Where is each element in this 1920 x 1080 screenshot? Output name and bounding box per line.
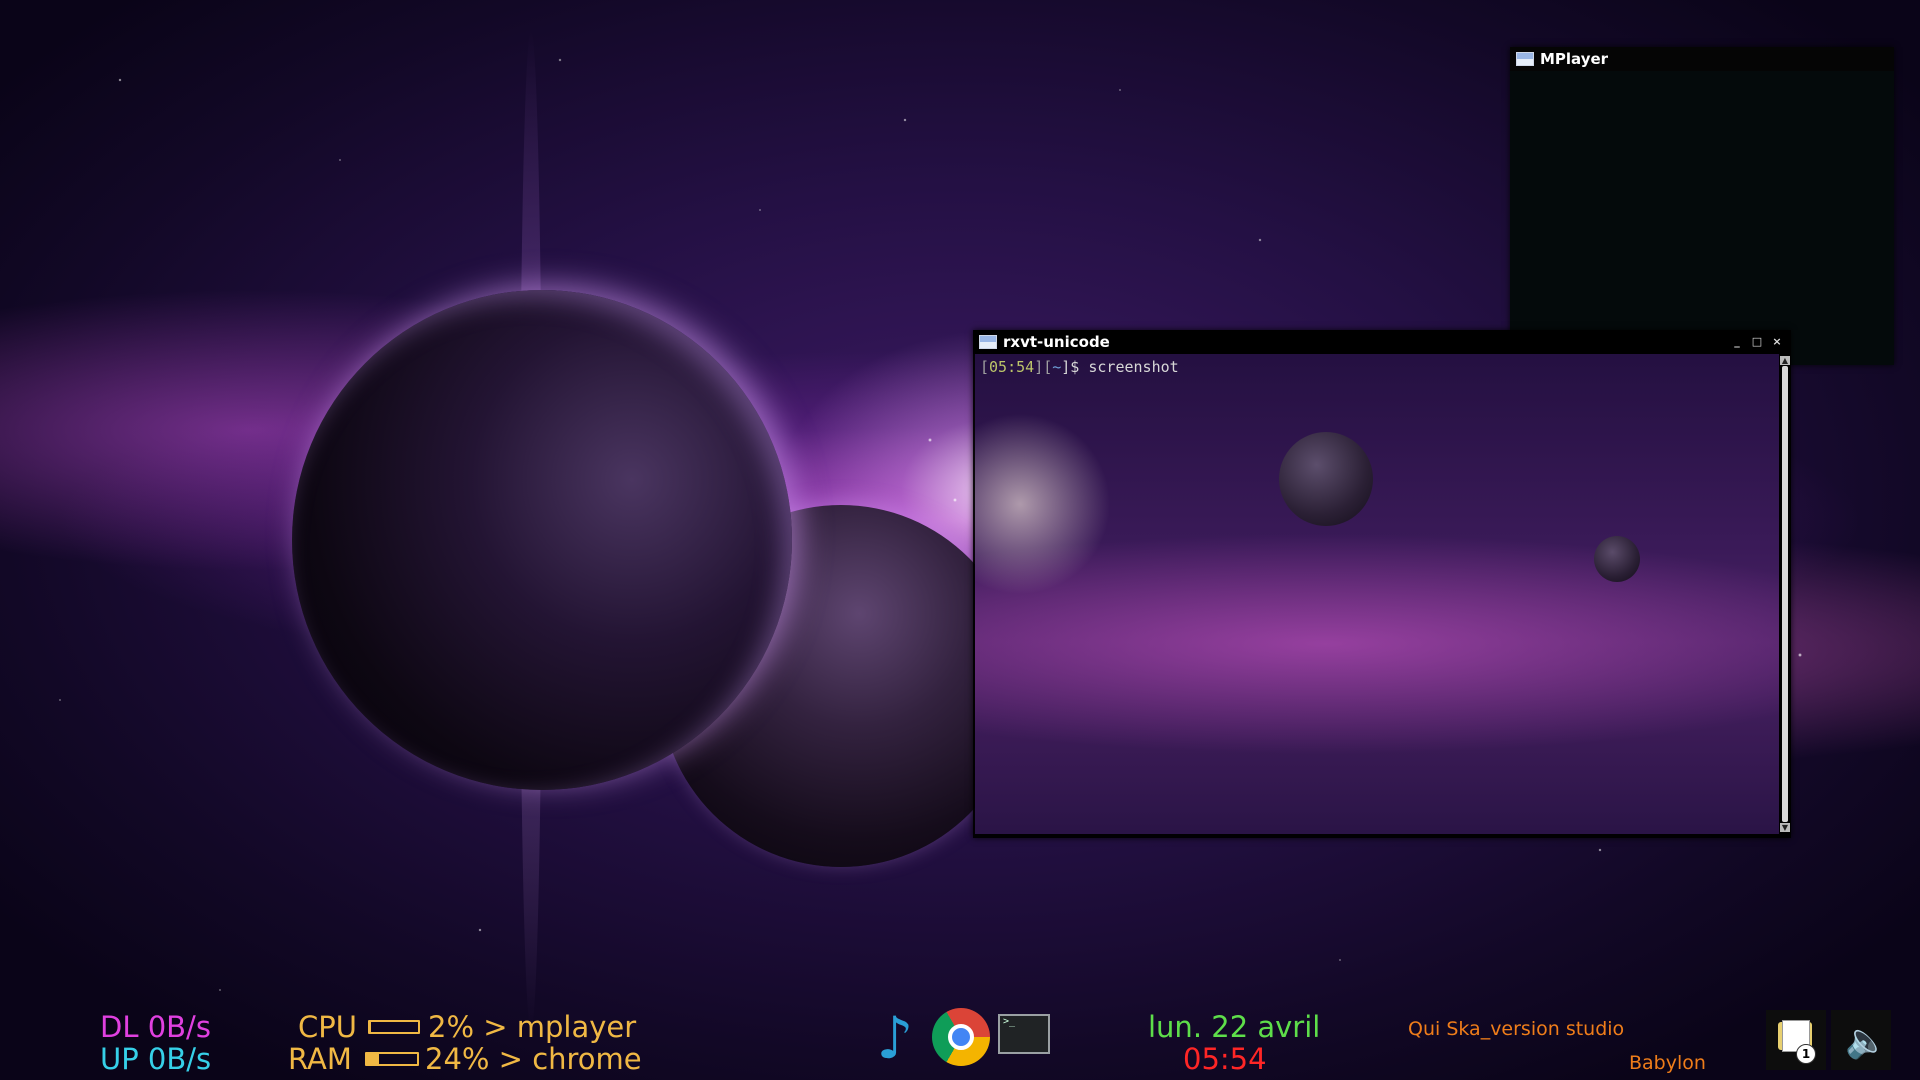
terminal-icon[interactable]: >_: [998, 1014, 1050, 1054]
cpu-usage-bar: [368, 1020, 420, 1034]
terminal-scrollbar[interactable]: ▲ ▼: [1779, 354, 1791, 834]
notification-count-badge: 1: [1796, 1044, 1816, 1064]
now-playing-track: Qui Ska_version studio: [1408, 1018, 1625, 1040]
prompt-directory: ~: [1052, 358, 1062, 376]
wallpaper-moon-small: [1594, 536, 1640, 582]
terminal-prompt-line: [05:54][~]$ screenshot: [980, 358, 1179, 376]
prompt-bracket: [: [980, 358, 990, 376]
prompt-time: 05:54: [989, 358, 1035, 376]
wallpaper-planet-large: [292, 290, 792, 790]
date-display: lun. 22 avril: [1148, 1010, 1321, 1044]
notification-tray-button[interactable]: 1: [1766, 1010, 1826, 1070]
maximize-button[interactable]: □: [1751, 336, 1763, 348]
scroll-thumb[interactable]: [1782, 366, 1788, 822]
window-icon: [1516, 52, 1534, 66]
ram-usage-bar: [365, 1052, 419, 1066]
terminal-title: rxvt-unicode: [1003, 333, 1110, 351]
mplayer-titlebar[interactable]: MPlayer: [1510, 47, 1894, 71]
minimize-button[interactable]: _: [1731, 336, 1743, 348]
music-note-icon[interactable]: ♪: [870, 1008, 920, 1068]
ram-usage-fill: [367, 1054, 379, 1064]
scroll-down-arrow-icon[interactable]: ▼: [1780, 823, 1790, 832]
window-controls: _ □ ×: [1731, 336, 1783, 348]
download-speed: DL 0B/s: [100, 1010, 211, 1044]
terminal-body[interactable]: [05:54][~]$ screenshot: [975, 354, 1779, 834]
ram-usage-text: 24% > chrome: [425, 1042, 642, 1076]
cpu-label: CPU: [298, 1010, 357, 1044]
window-icon: [979, 335, 997, 349]
close-button[interactable]: ×: [1771, 336, 1783, 348]
volume-tray-button[interactable]: 🔈: [1831, 1010, 1891, 1070]
terminal-window[interactable]: rxvt-unicode _ □ × [05:54][~]$ screensho…: [973, 330, 1791, 838]
cpu-usage-fill: [370, 1022, 371, 1032]
mplayer-title: MPlayer: [1540, 50, 1609, 68]
speaker-icon: 🔈: [1845, 1021, 1888, 1061]
terminal-titlebar[interactable]: rxvt-unicode _ □ ×: [973, 330, 1791, 354]
chrome-icon-center: [948, 1024, 974, 1050]
prompt-command: screenshot: [1088, 358, 1179, 376]
cpu-usage-text: 2% > mplayer: [428, 1010, 637, 1044]
upload-speed: UP 0B/s: [100, 1042, 212, 1076]
prompt-bracket: ][: [1034, 358, 1053, 376]
clock-display: 05:54: [1183, 1042, 1267, 1076]
mplayer-video-area[interactable]: [1510, 71, 1894, 365]
scroll-up-arrow-icon[interactable]: ▲: [1780, 356, 1790, 365]
prompt-symbol: ]$: [1061, 358, 1089, 376]
ram-label: RAM: [288, 1042, 352, 1076]
mplayer-window[interactable]: MPlayer: [1510, 47, 1894, 365]
chrome-icon[interactable]: [932, 1008, 990, 1066]
wallpaper-moon: [1279, 432, 1373, 526]
now-playing-artist: Babylon: [1629, 1052, 1706, 1074]
